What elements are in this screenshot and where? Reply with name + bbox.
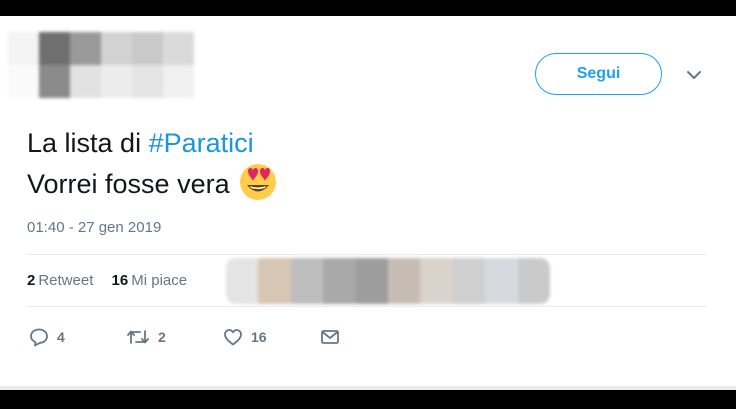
chevron-down-icon[interactable]	[686, 70, 702, 80]
envelope-icon	[321, 330, 339, 344]
blurred-liker-avatars[interactable]	[226, 258, 550, 304]
tweet-stats: 2 Retweet 16 Mi piace	[27, 272, 187, 289]
hashtag-link[interactable]: #Paratici	[149, 128, 254, 158]
tweet-text-line2: Vorrei fosse vera	[27, 169, 230, 199]
divider-top	[27, 254, 707, 255]
blurred-author-info[interactable]	[8, 32, 194, 98]
direct-message-action[interactable]	[320, 327, 348, 347]
reply-action[interactable]: 4	[29, 327, 65, 347]
retweet-stat-label[interactable]: Retweet	[38, 272, 93, 289]
follow-button[interactable]: Segui	[535, 53, 662, 95]
heart-eyes-emoji-icon	[239, 164, 276, 200]
tweet-timestamp[interactable]: 01:40 - 27 gen 2019	[27, 219, 161, 236]
like-action[interactable]: 16	[223, 327, 267, 347]
reply-icon	[30, 328, 48, 347]
tweet-text: La lista di #Paratici Vorrei fosse vera	[27, 124, 278, 203]
retweet-action[interactable]: 2	[126, 327, 166, 347]
like-stat-count[interactable]: 16	[112, 272, 129, 289]
tweet-text-prefix: La lista di	[27, 128, 149, 158]
retweet-icon	[127, 330, 149, 344]
retweet-stat-count[interactable]: 2	[27, 272, 35, 289]
divider-bottom	[27, 306, 707, 307]
like-count: 16	[251, 329, 267, 345]
like-stat-label[interactable]: Mi piace	[131, 272, 187, 289]
reply-count: 4	[57, 329, 65, 345]
card-bottom-border	[0, 386, 736, 390]
heart-icon	[224, 329, 242, 346]
retweet-count: 2	[158, 329, 166, 345]
